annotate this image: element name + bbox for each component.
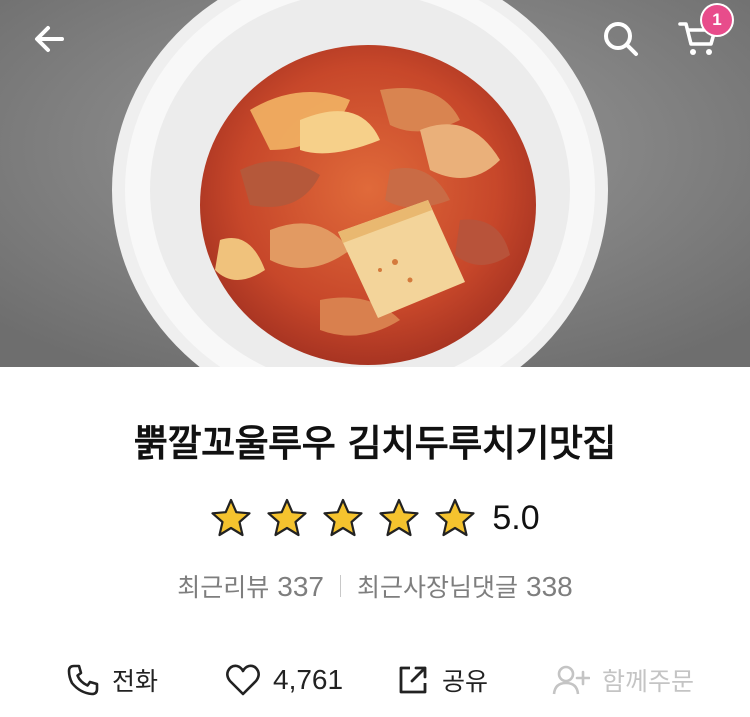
recent-reviews-link[interactable]: 최근리뷰 337 bbox=[177, 568, 324, 604]
phone-icon bbox=[67, 664, 99, 696]
rating-score: 5.0 bbox=[492, 498, 540, 537]
add-user-icon bbox=[552, 665, 590, 695]
recent-reviews-count: 337 bbox=[277, 571, 324, 602]
recent-reviews-label: 최근리뷰 bbox=[177, 573, 270, 602]
like-button[interactable]: 4,761 bbox=[225, 652, 343, 708]
share-label: 공유 bbox=[442, 667, 489, 696]
owner-replies-label: 최근사장님댓글 bbox=[357, 573, 519, 602]
back-button[interactable] bbox=[28, 17, 72, 61]
call-label: 전화 bbox=[112, 667, 159, 696]
owner-replies-link[interactable]: 최근사장님댓글 338 bbox=[357, 568, 573, 604]
arrow-left-icon bbox=[35, 26, 64, 52]
store-hero-image: 1 bbox=[0, 0, 750, 367]
heart-icon bbox=[226, 664, 260, 696]
group-order-label: 함께주문 bbox=[602, 667, 695, 696]
share-icon bbox=[399, 666, 427, 694]
star-icon bbox=[322, 497, 364, 539]
owner-replies-count: 338 bbox=[526, 571, 573, 602]
star-icon bbox=[378, 497, 420, 539]
star-icon bbox=[210, 497, 252, 539]
group-order-button[interactable]: 함께주문 bbox=[552, 652, 694, 708]
cart-count-badge: 1 bbox=[702, 5, 732, 35]
call-button[interactable]: 전화 bbox=[66, 652, 158, 708]
share-button[interactable]: 공유 bbox=[396, 652, 488, 708]
action-bar: 전화 4,761 공유 함께주문 bbox=[0, 652, 750, 708]
store-detail-page: 1 뿕깔꼬울루우 김치두루치기맛집 5.0 최근리뷰 337 최근사장님댓글 338… bbox=[0, 0, 750, 717]
like-count: 4,761 bbox=[273, 664, 344, 695]
star-icon bbox=[434, 497, 476, 539]
divider bbox=[340, 575, 341, 597]
search-icon bbox=[604, 22, 638, 56]
store-name: 뿕깔꼬울루우 김치두루치기맛집 bbox=[134, 422, 616, 465]
star-icon bbox=[266, 497, 308, 539]
review-stats: 최근리뷰 337 최근사장님댓글 338 bbox=[0, 568, 750, 604]
rating-row: 5.0 bbox=[0, 497, 750, 539]
search-button[interactable] bbox=[599, 17, 643, 61]
